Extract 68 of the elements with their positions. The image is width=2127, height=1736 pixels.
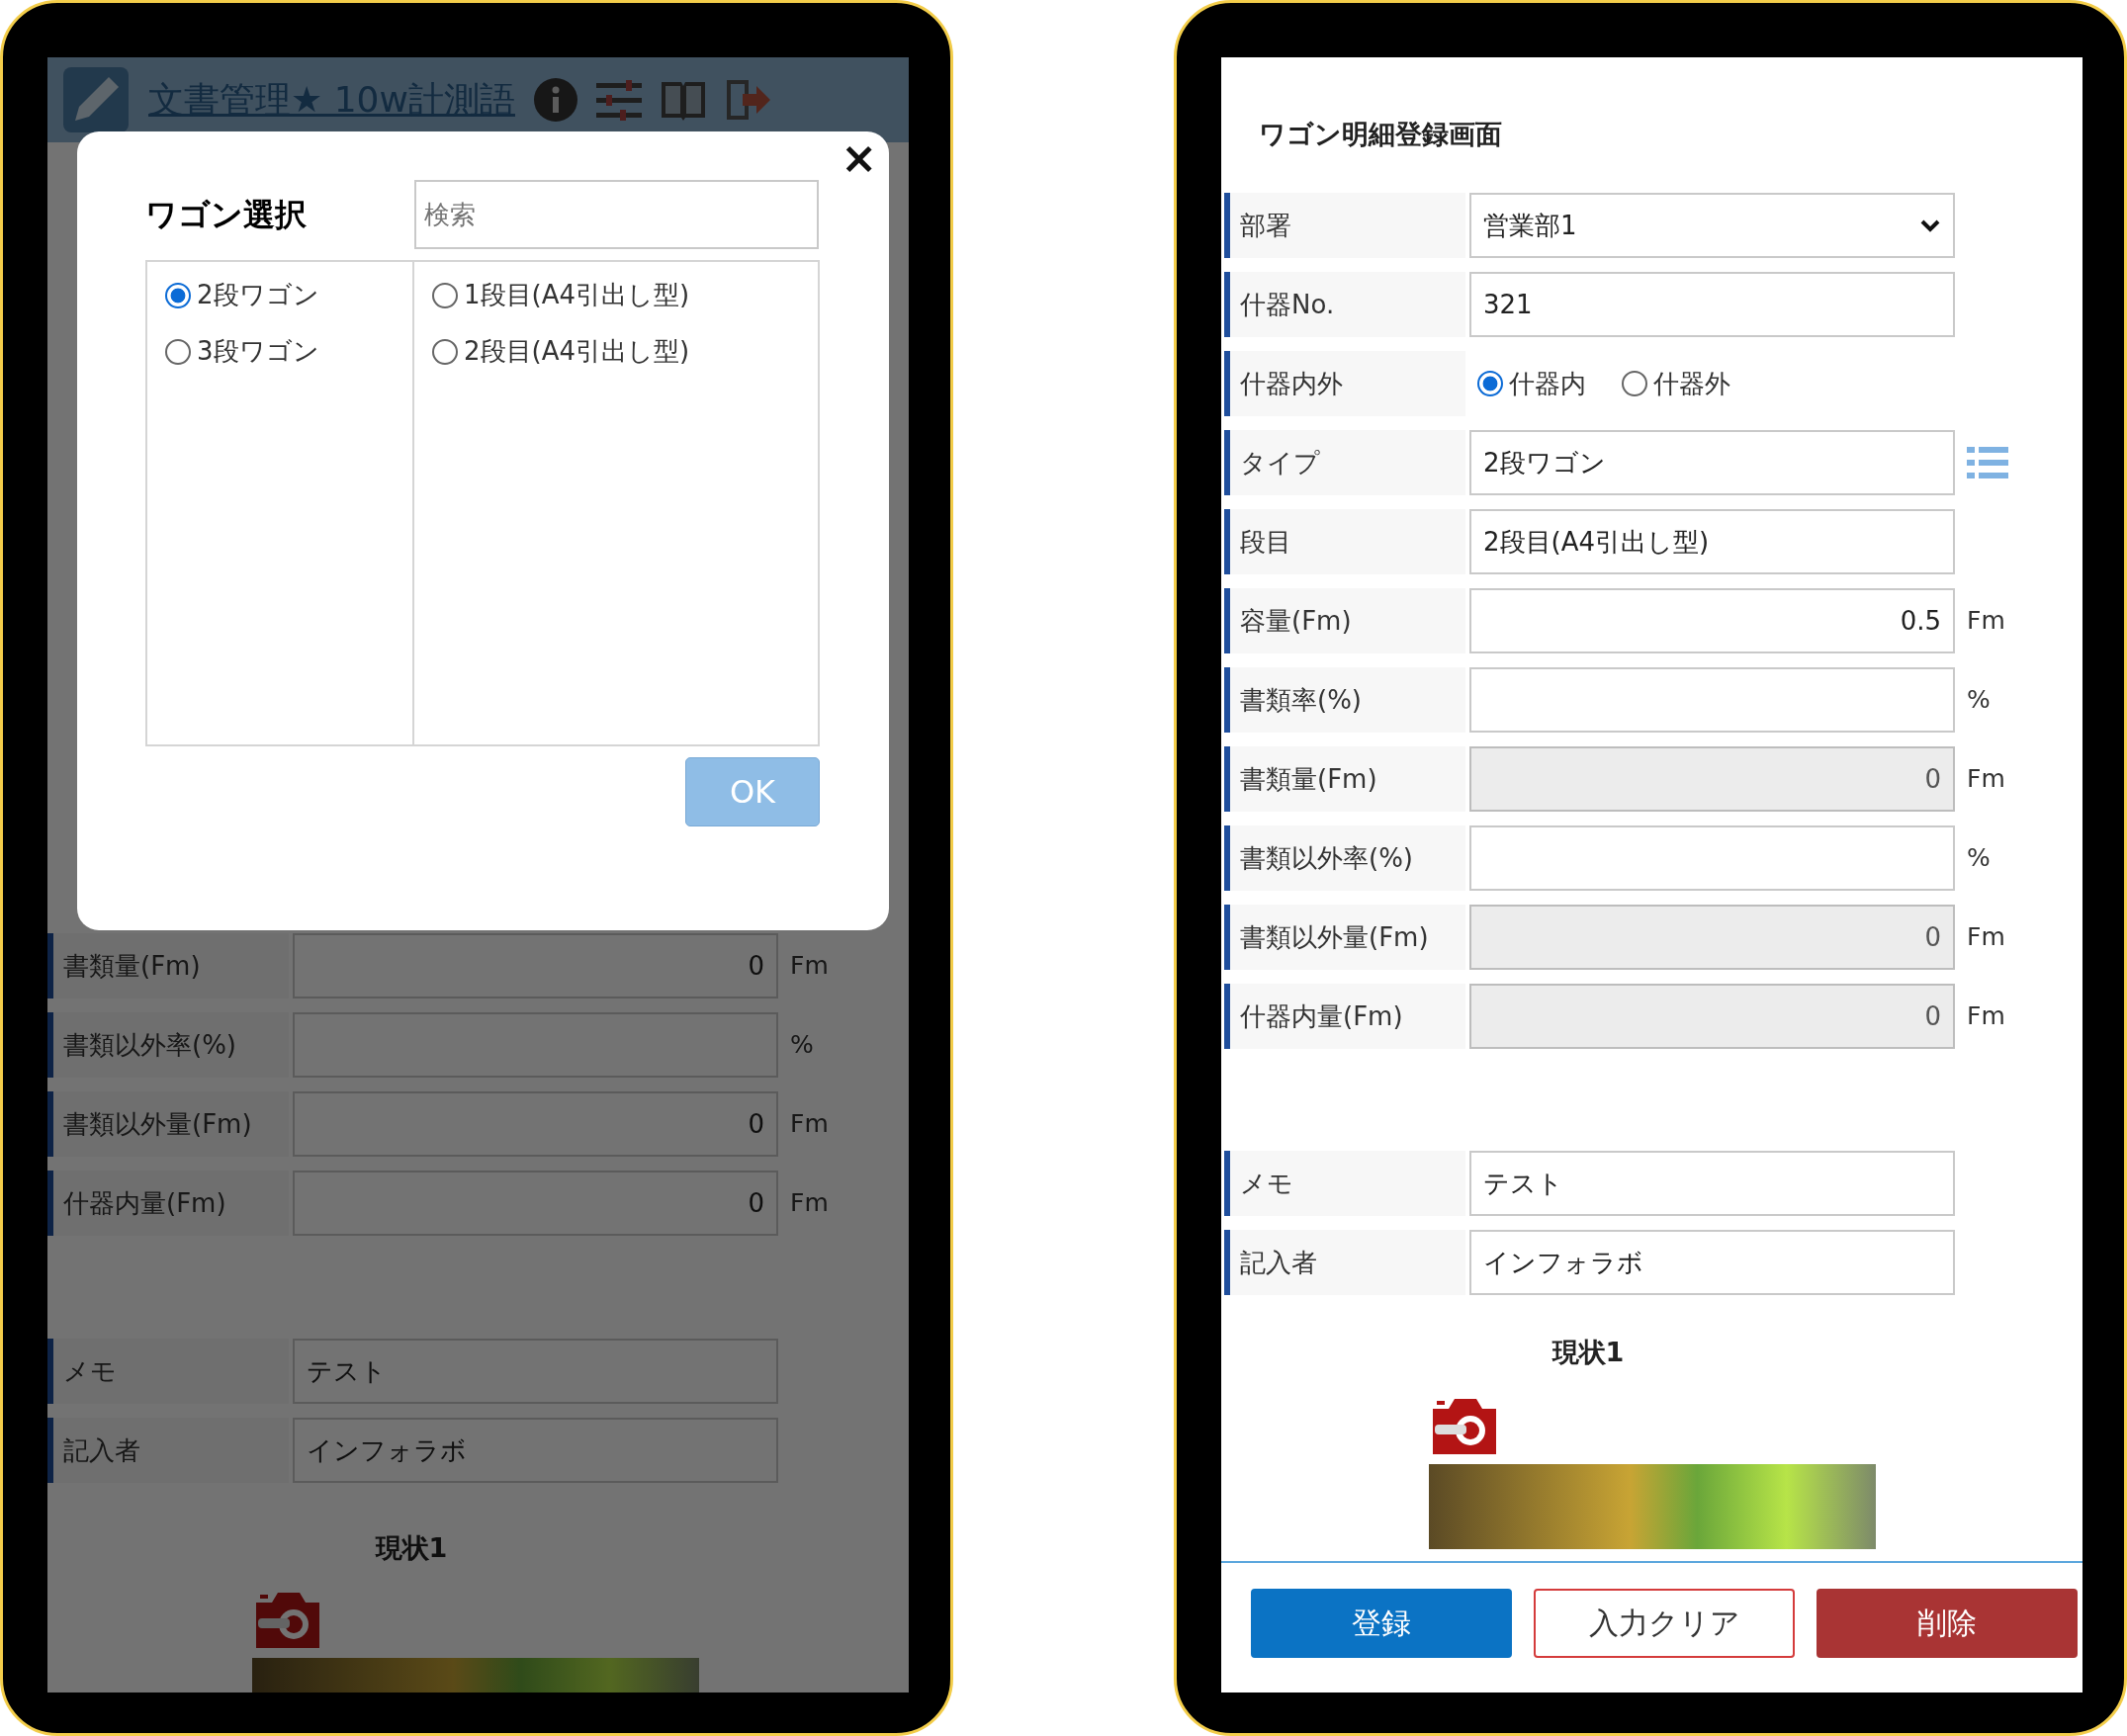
field-label: 書類以外量(Fm) <box>1224 905 1465 970</box>
unit-label: % <box>1966 842 1991 875</box>
unit-label: Fm <box>1966 921 2005 954</box>
field-label: メモ <box>1224 1151 1465 1216</box>
radio-option[interactable]: 什器内 <box>1477 364 1586 403</box>
radio-option[interactable]: 3段ワゴン <box>165 332 375 371</box>
input-field[interactable] <box>1469 825 1955 891</box>
info-icon[interactable] <box>532 77 578 123</box>
field-label: 記入者 <box>47 1418 289 1483</box>
search-field[interactable]: 検索 <box>414 180 819 249</box>
field-label: 書類率(%) <box>1224 667 1465 733</box>
field-label: 什器内量(Fm) <box>1224 984 1465 1049</box>
field-label: 什器No. <box>1224 272 1465 337</box>
field-label: 書類以外率(%) <box>47 1012 289 1078</box>
field-label: 什器内外 <box>1224 351 1465 416</box>
dialog-title: ワゴン選択 <box>145 195 308 235</box>
field-label: タイプ <box>1224 430 1465 495</box>
field-label: 段目 <box>1224 509 1465 574</box>
input-field[interactable]: 0 <box>1469 905 1955 970</box>
input-field[interactable]: 0 <box>1469 984 1955 1049</box>
input-field[interactable]: テスト <box>1469 1151 1955 1216</box>
unit-label: Fm <box>1966 605 2005 638</box>
unit-label: % <box>789 1029 814 1062</box>
field-label: 書類量(Fm) <box>47 933 289 998</box>
section-title: 現状1 <box>374 1531 449 1565</box>
unit-label: Fm <box>1966 1000 2005 1033</box>
input-field[interactable] <box>1469 667 1955 733</box>
input-field[interactable]: 2段目(A4引出し型) <box>1469 509 1955 574</box>
chevron-down-icon <box>1919 218 1941 232</box>
input-field[interactable]: 0 <box>293 1091 778 1157</box>
field-label: メモ <box>47 1339 289 1404</box>
exit-icon[interactable] <box>724 78 772 122</box>
radio-option[interactable]: 1段目(A4引出し型) <box>432 276 690 314</box>
field-label: 書類以外率(%) <box>1224 825 1465 891</box>
section-title: 現状1 <box>1551 1336 1626 1369</box>
input-field[interactable]: 0.5 <box>1469 588 1955 653</box>
unit-label: Fm <box>789 950 829 983</box>
input-field[interactable]: 2段ワゴン <box>1469 430 1955 495</box>
close-button[interactable]: × <box>835 135 883 181</box>
unit-label: Fm <box>789 1187 829 1220</box>
input-field[interactable]: テスト <box>293 1339 778 1404</box>
radio-option[interactable]: 2段目(A4引出し型) <box>432 332 690 371</box>
input-field[interactable]: 0 <box>293 1171 778 1236</box>
unit-label: Fm <box>789 1108 829 1141</box>
field-label: 書類以外量(Fm) <box>47 1091 289 1157</box>
input-field[interactable]: インフォラボ <box>1469 1230 1955 1295</box>
radio-option[interactable]: 什器外 <box>1622 364 1730 403</box>
list-icon[interactable] <box>1967 445 2008 480</box>
page-title: ワゴン明細登録画面 <box>1258 118 1503 151</box>
select-field[interactable]: 営業部1 <box>1469 193 1955 258</box>
pencil-logo-icon[interactable] <box>61 65 131 134</box>
field-label: 書類量(Fm) <box>1224 746 1465 812</box>
action-button[interactable]: 登録 <box>1251 1588 1512 1658</box>
action-button[interactable]: 削除 <box>1817 1588 2078 1658</box>
input-field[interactable] <box>293 1012 778 1078</box>
input-field[interactable]: 0 <box>293 933 778 998</box>
input-field[interactable]: 321 <box>1469 272 1955 337</box>
radio-option[interactable]: 2段ワゴン <box>165 276 375 314</box>
input-field[interactable]: インフォラボ <box>293 1418 778 1483</box>
field-label: 什器内量(Fm) <box>47 1171 289 1236</box>
unit-label: Fm <box>1966 763 2005 796</box>
unit-label: % <box>1966 684 1991 717</box>
field-label: 容量(Fm) <box>1224 588 1465 653</box>
sliders-icon[interactable] <box>595 79 642 121</box>
field-label: 記入者 <box>1224 1230 1465 1295</box>
field-label: 部署 <box>1224 193 1465 258</box>
input-field[interactable]: 0 <box>1469 746 1955 812</box>
action-button[interactable]: 入力クリア <box>1534 1588 1795 1658</box>
